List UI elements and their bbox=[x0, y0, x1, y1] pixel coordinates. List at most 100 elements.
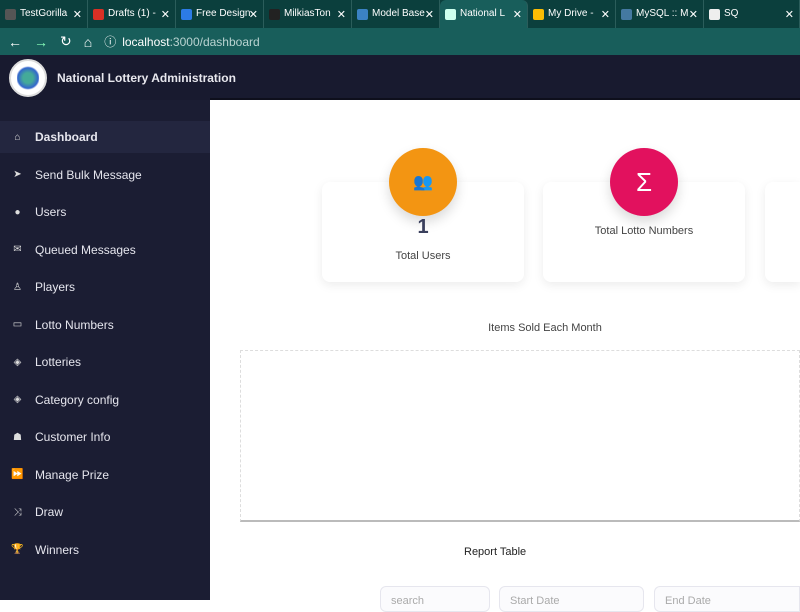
close-tab-icon[interactable]: ✕ bbox=[689, 8, 698, 21]
envelope-icon: ✉ bbox=[13, 244, 22, 255]
user-icon: ● bbox=[14, 206, 21, 218]
sidebar-item-label: Customer Info bbox=[35, 430, 111, 444]
sidebar-item-lotto-numbers[interactable]: ▭ Lotto Numbers bbox=[0, 309, 210, 341]
browser-tab[interactable]: TestGorilla ✕ bbox=[0, 0, 88, 28]
tab-title: Model Base bbox=[372, 8, 425, 19]
card-total-lotto-numbers: Σ Total Lotto Numbers bbox=[543, 148, 745, 282]
chart-title: Items Sold Each Month bbox=[488, 322, 602, 334]
url-host: localhost bbox=[122, 34, 170, 49]
close-tab-icon[interactable]: ✕ bbox=[337, 8, 346, 21]
sidebar-item-label: Send Bulk Message bbox=[35, 167, 142, 182]
back-icon[interactable]: ← bbox=[8, 34, 22, 50]
tab-title: National L bbox=[460, 8, 506, 19]
sidebar-item-label: Manage Prize bbox=[35, 467, 110, 482]
favicon-icon bbox=[533, 8, 544, 20]
close-tab-icon[interactable]: ✕ bbox=[513, 8, 522, 21]
favicon-icon bbox=[181, 8, 192, 20]
browser-tab[interactable]: My Drive - ✕ bbox=[528, 0, 616, 28]
tab-title: My Drive - bbox=[548, 8, 594, 19]
sidebar-item-label: Users bbox=[35, 205, 67, 219]
browser-tab[interactable]: Free Design ✕ bbox=[176, 0, 264, 28]
url-path: :3000/dashboard bbox=[169, 34, 260, 49]
tab-title: MilkiasTon bbox=[284, 8, 331, 19]
forward-icon: ⏩ bbox=[11, 469, 24, 480]
browser-tab-bar: TestGorilla ✕ Drafts (1) - ✕ Free Design ✕ Mil… bbox=[0, 0, 800, 28]
close-tab-icon[interactable]: ✕ bbox=[785, 8, 794, 21]
sidebar-item-label: Players bbox=[35, 280, 76, 294]
sidebar-item-draw[interactable]: ⤨ Draw bbox=[0, 496, 210, 528]
total-users-label: Total Users bbox=[395, 250, 451, 262]
home-icon[interactable]: ⌂ bbox=[84, 34, 92, 50]
close-tab-icon[interactable]: ✕ bbox=[425, 8, 434, 21]
tab-title: SQ bbox=[724, 8, 739, 19]
favicon-icon bbox=[709, 8, 720, 20]
sidebar-item-label: Queued Messages bbox=[35, 242, 136, 257]
send-icon: ➤ bbox=[13, 169, 22, 180]
search-input[interactable]: search bbox=[380, 586, 490, 612]
sidebar-item-label: Lotto Numbers bbox=[35, 317, 114, 332]
close-tab-icon[interactable]: ✕ bbox=[601, 8, 610, 21]
favicon-icon bbox=[445, 8, 456, 20]
home-icon: ⌂ bbox=[14, 131, 21, 143]
browser-tab[interactable]: Drafts (1) - ✕ bbox=[88, 0, 176, 28]
sidebar: ⌂ Dashboard ➤ Send Bulk Message ● Users ✉ Queue… bbox=[0, 100, 210, 600]
sidebar-item-label: Winners bbox=[35, 542, 80, 557]
browser-toolbar: ← → ↻ ⌂ ⓘ localhost:3000/dashboard bbox=[0, 28, 800, 55]
close-tab-icon[interactable]: ✕ bbox=[73, 8, 82, 21]
sidebar-item-customer-info[interactable]: ☗ Customer Info bbox=[0, 421, 210, 453]
cube-icon: ◈ bbox=[13, 356, 22, 368]
logo bbox=[9, 58, 47, 97]
main-content: 👥 1 Total Users Σ Total Lotto Numbers It… bbox=[210, 98, 800, 612]
sidebar-item-send-bulk-message[interactable]: ➤ Send Bulk Message bbox=[0, 159, 210, 191]
forward-icon[interactable]: → bbox=[34, 34, 48, 50]
shuffle-icon: ⤨ bbox=[13, 506, 22, 518]
favicon-icon bbox=[269, 8, 280, 20]
total-lotto-label: Total Lotto Numbers bbox=[594, 225, 694, 237]
info-icon: ⓘ bbox=[104, 35, 117, 49]
favicon-icon bbox=[621, 8, 632, 20]
sidebar-item-label: Category config bbox=[35, 392, 120, 407]
app-title: National Lottery Administration bbox=[57, 70, 236, 85]
ticket-icon: ▭ bbox=[12, 319, 23, 330]
browser-tab[interactable]: Model Base ✕ bbox=[352, 0, 440, 28]
address-bar[interactable]: ⓘ localhost:3000/dashboard bbox=[104, 33, 259, 50]
sidebar-item-dashboard[interactable]: ⌂ Dashboard bbox=[0, 121, 210, 153]
app-header: National Lottery Administration bbox=[0, 55, 800, 100]
sidebar-item-label: Lotteries bbox=[35, 355, 82, 369]
browser-tab[interactable]: SQ ✕ bbox=[704, 0, 800, 28]
sidebar-item-users[interactable]: ● Users bbox=[0, 196, 210, 228]
tab-title: Drafts (1) - bbox=[108, 8, 156, 19]
player-icon: ♙ bbox=[13, 281, 22, 293]
sidebar-item-lotteries[interactable]: ◈ Lotteries bbox=[0, 346, 210, 378]
cube-icon: ◈ bbox=[13, 394, 22, 405]
reload-icon[interactable]: ↻ bbox=[60, 33, 72, 50]
chart-area bbox=[240, 350, 800, 522]
tab-title: TestGorilla bbox=[20, 8, 68, 19]
close-tab-icon[interactable]: ✕ bbox=[249, 8, 258, 21]
start-date-input[interactable]: Start Date bbox=[499, 586, 644, 612]
card-total-users: 👥 1 Total Users bbox=[322, 148, 524, 282]
favicon-icon bbox=[5, 8, 16, 20]
tab-title: Free Design bbox=[196, 8, 251, 19]
close-tab-icon[interactable]: ✕ bbox=[161, 8, 170, 21]
card-partial bbox=[765, 182, 800, 282]
report-title: Report Table bbox=[464, 546, 527, 558]
browser-tab[interactable]: MilkiasTon ✕ bbox=[264, 0, 352, 28]
sidebar-item-label: Draw bbox=[35, 505, 64, 519]
favicon-icon bbox=[93, 8, 104, 20]
browser-tab[interactable]: MySQL :: M ✕ bbox=[616, 0, 704, 28]
trophy-icon: 🏆 bbox=[11, 544, 24, 555]
sidebar-item-category-config[interactable]: ◈ Category config bbox=[0, 384, 210, 416]
tab-title: MySQL :: M bbox=[636, 8, 689, 19]
users-icon: ☗ bbox=[13, 431, 22, 443]
sidebar-item-queued-messages[interactable]: ✉ Queued Messages bbox=[0, 234, 210, 266]
sidebar-item-players[interactable]: ♙ Players bbox=[0, 271, 210, 303]
users-icon: 👥 bbox=[389, 148, 457, 216]
sidebar-item-winners[interactable]: 🏆 Winners bbox=[0, 534, 210, 566]
sigma-icon: Σ bbox=[610, 148, 678, 216]
browser-tab[interactable]: National L ✕ bbox=[440, 0, 528, 28]
end-date-input[interactable]: End Date bbox=[654, 586, 800, 612]
favicon-icon bbox=[357, 8, 368, 20]
total-users-value: 1 bbox=[417, 216, 429, 238]
sidebar-item-manage-prize[interactable]: ⏩ Manage Prize bbox=[0, 459, 210, 491]
